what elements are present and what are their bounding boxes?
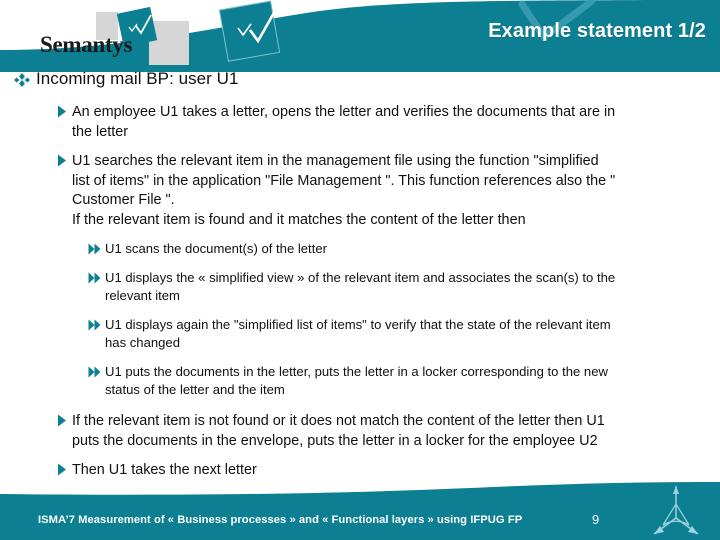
double-arrow-right-bullet-icon: [88, 365, 102, 378]
slide-header: Semantys Example statement 1/2: [0, 0, 720, 72]
bullet-line: relevant item: [105, 288, 180, 303]
slide-footer: ISMA’7 Measurement of « Business process…: [0, 482, 720, 540]
bullet-line: has changed: [105, 335, 180, 350]
sub-bullet-item: U1 puts the documents in the letter, put…: [0, 363, 720, 399]
bullet-line: Then U1 takes the next letter: [72, 462, 257, 478]
bullet-line: U1 puts the documents in the letter, put…: [105, 364, 608, 379]
bullet-line: Customer File ".: [72, 192, 175, 208]
bullet-line: An employee U1 takes a letter, opens the…: [72, 104, 616, 120]
bullet-item: If the relevant item is not found or it …: [0, 412, 720, 451]
bullet-line: U1 searches the relevant item in the man…: [72, 153, 599, 169]
bullet-line: U1 scans the document(s) of the letter: [105, 241, 327, 256]
bullet-line: If the relevant item is not found or it …: [72, 413, 605, 429]
bullet-line: U1 displays the « simplified view » of t…: [105, 270, 616, 285]
bullet-line: the letter: [72, 123, 128, 140]
bullet-item: Then U1 takes the next letter: [0, 461, 720, 481]
diamond-cluster-bullet-icon: [14, 72, 30, 88]
slide-number: 9: [592, 512, 600, 527]
double-arrow-right-bullet-icon: [88, 271, 102, 284]
triangle-right-bullet-icon: [57, 414, 69, 428]
page-title: Example statement 1/2: [488, 20, 706, 42]
bullet-line: U1 displays again the "simplified list o…: [105, 317, 611, 332]
triangle-right-bullet-icon: [57, 105, 69, 119]
bullet-line: status of the letter and the item: [105, 382, 285, 397]
slide-body: Incoming mail BP: user U1 An employee U1…: [0, 68, 720, 492]
double-arrow-right-bullet-icon: [88, 242, 102, 255]
triangle-right-bullet-icon: [57, 463, 69, 477]
bullet-item: U1 searches the relevant item in the man…: [0, 152, 720, 230]
bullet-line: puts the documents in the envelope, puts…: [72, 432, 598, 449]
footer-caption: ISMA’7 Measurement of « Business process…: [38, 514, 523, 526]
double-arrow-right-bullet-icon: [88, 318, 102, 331]
bullet-line: list of items" in the application "File …: [72, 172, 616, 189]
section-heading-text: Incoming mail BP: user U1: [36, 69, 239, 88]
triangle-right-bullet-icon: [57, 154, 69, 168]
company-logo: Semantys: [12, 8, 202, 66]
bullet-item: An employee U1 takes a letter, opens the…: [0, 103, 720, 142]
footer-background-shape: [0, 482, 720, 540]
sub-bullet-item: U1 displays the « simplified view » of t…: [0, 269, 720, 305]
bullet-line: If the relevant item is found and it mat…: [72, 211, 526, 228]
sub-bullet-item: U1 scans the document(s) of the letter: [0, 240, 720, 258]
sub-bullet-item: U1 displays again the "simplified list o…: [0, 316, 720, 352]
section-heading: Incoming mail BP: user U1: [0, 68, 720, 90]
company-logo-text: Semantys: [40, 32, 133, 57]
slide: Semantys Example statement 1/2 Incoming …: [0, 0, 720, 540]
